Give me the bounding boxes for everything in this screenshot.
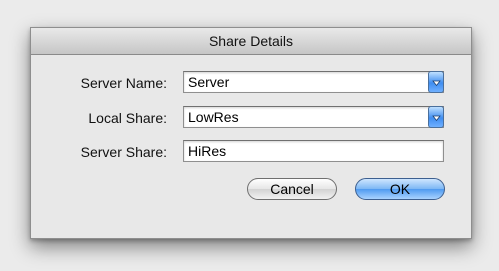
local-share-row: Local Share: LowRes: [31, 106, 471, 130]
local-share-dropdown-button[interactable]: [428, 106, 444, 128]
share-details-dialog: Share Details Server Name: Server Local …: [30, 27, 472, 239]
server-share-field[interactable]: HiRes: [183, 140, 444, 162]
ok-button[interactable]: OK: [355, 178, 445, 200]
server-name-label: Server Name:: [80, 75, 167, 91]
local-share-label: Local Share:: [88, 110, 167, 126]
button-row: Cancel OK: [31, 178, 471, 202]
server-share-row: Server Share: HiRes: [31, 140, 471, 164]
server-share-label: Server Share:: [80, 144, 167, 160]
local-share-combobox[interactable]: LowRes: [183, 106, 444, 128]
server-name-value[interactable]: Server: [188, 73, 229, 92]
server-name-combobox[interactable]: Server: [183, 71, 444, 93]
chevron-down-icon: [432, 115, 441, 122]
local-share-value[interactable]: LowRes: [188, 108, 239, 127]
chevron-down-icon: [432, 80, 441, 87]
server-share-value[interactable]: HiRes: [188, 142, 226, 161]
server-name-row: Server Name: Server: [31, 71, 471, 95]
cancel-button[interactable]: Cancel: [247, 178, 337, 200]
desktop-background: Share Details Server Name: Server Local …: [0, 0, 499, 271]
server-name-dropdown-button[interactable]: [428, 71, 444, 93]
dialog-title: Share Details: [31, 28, 471, 55]
